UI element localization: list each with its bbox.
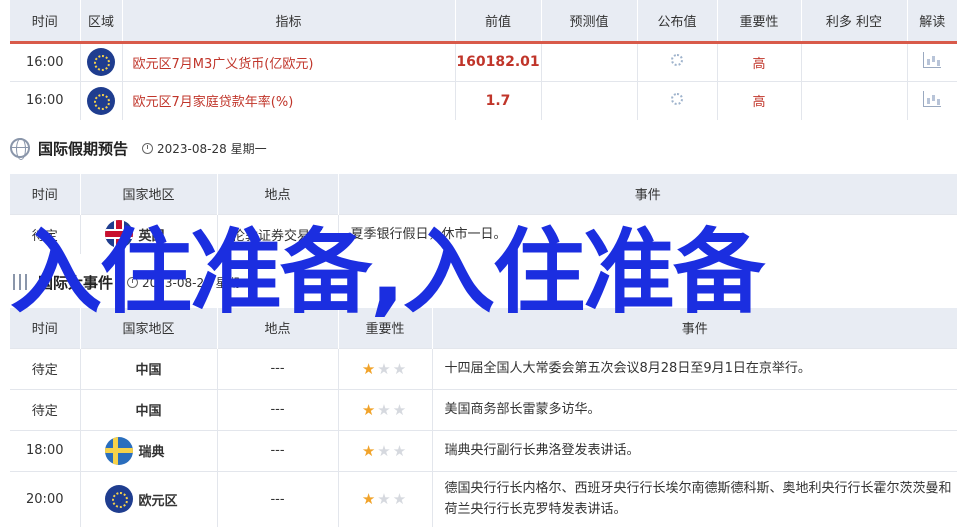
section-date: 2023-08-28 星期一: [127, 274, 252, 291]
section-title: 国际大事件: [38, 273, 114, 292]
star-empty-icon: ★: [377, 400, 393, 419]
country-name: 中国: [80, 388, 218, 430]
country-name: 英国: [138, 228, 165, 244]
indicator-link[interactable]: 欧元区7月M3广义货币(亿欧元): [122, 41, 456, 81]
col-bull-bear: 利多 利空: [801, 0, 908, 42]
col-event: 事件: [432, 308, 957, 348]
importance-stars: ★★★: [338, 347, 433, 389]
importance-stars: ★★★: [338, 388, 433, 430]
forecast-value: [541, 41, 638, 81]
place: ---: [217, 388, 339, 430]
event-text: 德国央行行长内格尔、西班牙央行行长埃尔南德斯德科斯、奥地利央行行长霍尔茨茨曼和荷…: [432, 470, 957, 527]
table-row: 16:00 欧元区7月家庭贷款年率(%) 1.7 高: [10, 80, 957, 120]
star-empty-icon: ★: [392, 441, 409, 460]
star-empty-icon: ★: [377, 359, 393, 378]
place: ---: [217, 470, 339, 527]
place: 伦敦证券交易所: [217, 213, 339, 254]
col-time: 时间: [10, 308, 81, 348]
table-row: 待定 中国 --- ★★★ 美国商务部长雷蒙多访华。: [10, 388, 957, 430]
table-header: 时间 国家地区 地点 事件: [10, 174, 957, 214]
country-name: 欧元区: [138, 493, 178, 509]
chart-icon[interactable]: [923, 90, 942, 107]
table-header: 时间 国家地区 地点 重要性 事件: [10, 308, 957, 348]
star-empty-icon: ★: [392, 400, 409, 419]
col-place: 地点: [217, 308, 339, 348]
col-importance: 重要性: [717, 0, 802, 42]
star-empty-icon: ★: [392, 490, 409, 509]
row-time: 16:00: [10, 80, 81, 120]
table-header: 时间 区域 指标 前值 预测值 公布值 重要性 利多 利空 解读: [10, 0, 957, 42]
col-place: 地点: [217, 174, 339, 214]
clock-icon: [127, 276, 139, 288]
star-empty-icon: ★: [392, 359, 409, 378]
col-country: 国家地区: [80, 174, 218, 214]
row-time: 20:00: [10, 470, 81, 527]
section-date: 2023-08-28 星期一: [142, 140, 267, 157]
clock-icon: [142, 142, 154, 154]
table-row: 待定 中国 --- ★★★ 十四届全国人大常委会第五次会议8月28日至9月1日在…: [10, 347, 957, 389]
section-title: 国际假期预告: [38, 139, 129, 158]
row-time: 18:00: [10, 429, 81, 471]
importance-stars: ★★★: [338, 429, 433, 471]
previous-value: 1.7: [455, 80, 542, 120]
col-importance: 重要性: [338, 308, 433, 348]
events-section-header: 国际大事件 2023-08-28 星期一: [10, 264, 957, 300]
col-event: 事件: [338, 174, 957, 214]
se-flag-icon: [104, 436, 133, 465]
uk-flag-icon: [104, 220, 133, 249]
event-text: 瑞典央行副行长弗洛登发表讲话。: [432, 429, 957, 471]
col-time: 时间: [10, 0, 81, 42]
holiday-section-header: 国际假期预告 2023-08-28 星期一: [10, 130, 957, 166]
col-forecast: 预测值: [541, 0, 638, 42]
country-name: 瑞典: [138, 445, 165, 460]
forecast-value: [541, 80, 638, 120]
eu-flag-icon: [87, 48, 115, 76]
table-row: 20:00 欧元区 --- ★★★ 德国央行行长内格尔、西班牙央行行长埃尔南德斯…: [10, 470, 957, 527]
indicator-link[interactable]: 欧元区7月家庭贷款年率(%): [122, 80, 456, 120]
star-filled-icon: ★: [361, 359, 378, 378]
event-text: 十四届全国人大常委会第五次会议8月28日至9月1日在京举行。: [432, 347, 957, 389]
row-time: 待定: [10, 388, 81, 430]
row-time: 待定: [10, 347, 81, 389]
star-empty-icon: ★: [377, 490, 393, 509]
event-text: 夏季银行假日，休市一日。: [338, 213, 957, 254]
star-filled-icon: ★: [361, 400, 378, 419]
country-name: 中国: [80, 347, 218, 389]
star-filled-icon: ★: [361, 441, 378, 460]
holiday-table: 时间 国家地区 地点 事件 待定 英国 伦敦证券交易所 夏季银行假日，休市一日。: [10, 174, 957, 254]
event-text: 美国商务部长雷蒙多访华。: [432, 388, 957, 430]
bull-bear-value: [801, 80, 908, 120]
row-time: 待定: [10, 213, 81, 254]
previous-value: 160182.01: [455, 41, 542, 81]
col-analysis: 解读: [907, 0, 957, 42]
importance-value: 高: [717, 41, 802, 81]
eu-flag-icon: [104, 485, 133, 514]
table-row: 待定 英国 伦敦证券交易所 夏季银行假日，休市一日。: [10, 213, 957, 254]
col-previous: 前值: [455, 0, 542, 42]
col-region: 区域: [80, 0, 123, 42]
place: ---: [217, 347, 339, 389]
col-actual: 公布值: [637, 0, 718, 42]
loading-icon: [671, 92, 683, 105]
star-filled-icon: ★: [361, 490, 378, 509]
bull-bear-value: [801, 41, 908, 81]
table-row: 16:00 欧元区7月M3广义货币(亿欧元) 160182.01 高: [10, 41, 957, 81]
filter-icon: [10, 272, 30, 292]
col-time: 时间: [10, 174, 81, 214]
loading-icon: [671, 54, 683, 66]
globe-icon: [10, 138, 30, 160]
col-indicator: 指标: [122, 0, 456, 42]
star-empty-icon: ★: [377, 441, 393, 460]
economic-calendar-table: 时间 区域 指标 前值 预测值 公布值 重要性 利多 利空 解读 16:00 欧…: [10, 0, 957, 120]
events-table: 时间 国家地区 地点 重要性 事件 待定 中国 --- ★★★ 十四届全国人大常…: [10, 308, 957, 527]
importance-value: 高: [717, 80, 802, 120]
table-row: 18:00 瑞典 --- ★★★ 瑞典央行副行长弗洛登发表讲话。: [10, 429, 957, 471]
row-time: 16:00: [10, 41, 81, 81]
col-country: 国家地区: [80, 308, 218, 348]
importance-stars: ★★★: [338, 470, 433, 527]
eu-flag-icon: [87, 86, 115, 115]
place: ---: [217, 429, 339, 471]
chart-icon[interactable]: [923, 52, 942, 68]
